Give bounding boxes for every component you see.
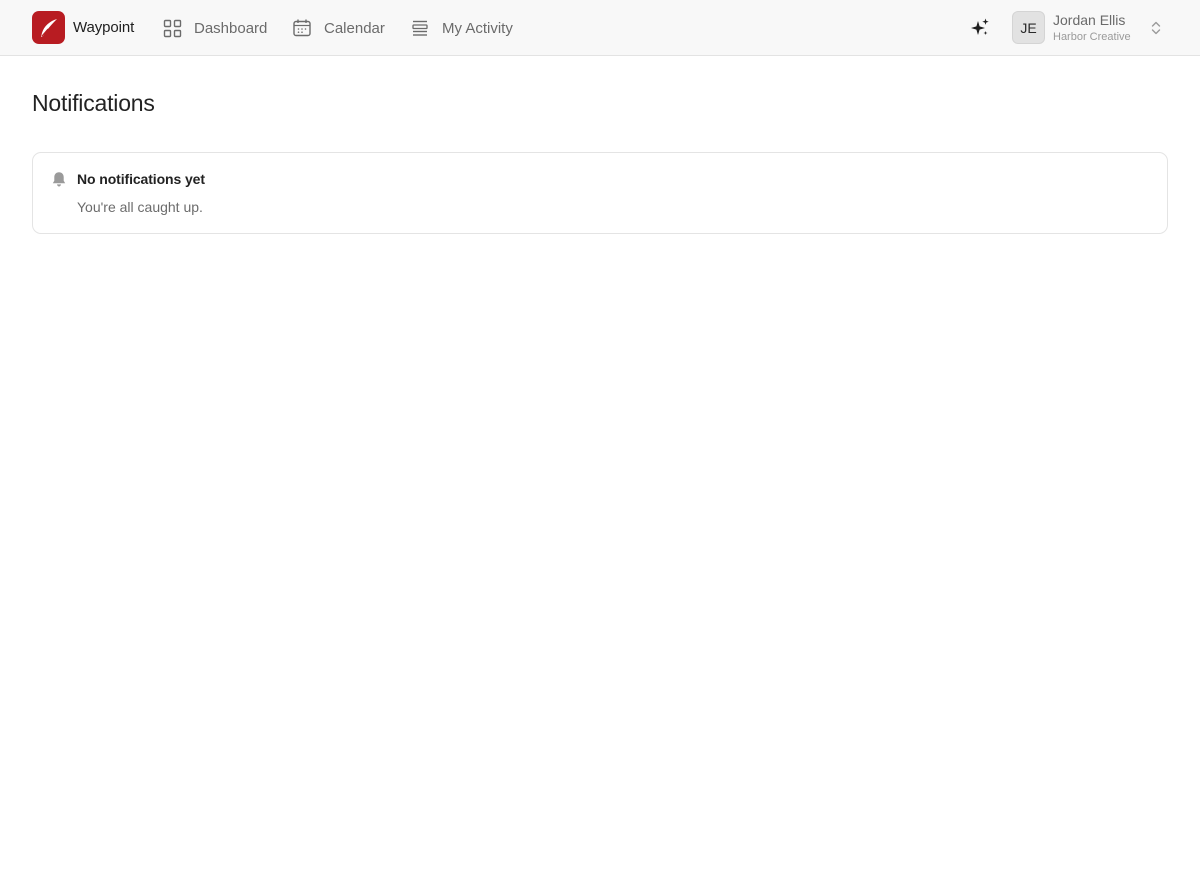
chevron-up-down-icon [1151,21,1161,35]
empty-notifications-card: No notifications yet You're all caught u… [32,152,1168,234]
empty-state-title: No notifications yet [77,171,205,187]
nav-item-calendar[interactable]: Calendar [292,16,385,40]
nav-item-dashboard[interactable]: Dashboard [163,16,267,40]
app-logo [32,11,65,44]
feather-icon [40,18,57,37]
assistant-button[interactable] [968,16,992,40]
bell-icon [52,172,66,187]
avatar-initials: JE [1020,19,1037,36]
page-title: Notifications [32,90,155,116]
empty-state-message: You're all caught up. [77,199,203,215]
sparkle-icon [971,18,989,35]
calendar-icon [293,19,311,37]
nav-item-label: My Activity [442,19,513,37]
user-name: Jordan Ellis [1053,11,1126,28]
avatar: JE [1012,11,1045,44]
account-switcher[interactable]: JE Jordan Ellis Harbor Creative [1012,11,1168,44]
nav-item-label: Calendar [324,19,385,37]
top-bar: Waypoint Dashboard Calendar My Activity … [0,0,1200,56]
user-details: Jordan Ellis Harbor Creative [1053,12,1131,44]
app-name: Waypoint [73,19,135,36]
grid-icon [163,19,182,37]
nav-item-label: Dashboard [194,19,268,37]
brand-home-link[interactable]: Waypoint [32,11,134,44]
user-organization: Harbor Creative [1053,30,1131,43]
list-icon [412,20,428,36]
account-switch-toggle[interactable] [1149,19,1163,37]
nav-item-my-activity[interactable]: My Activity [410,16,513,40]
